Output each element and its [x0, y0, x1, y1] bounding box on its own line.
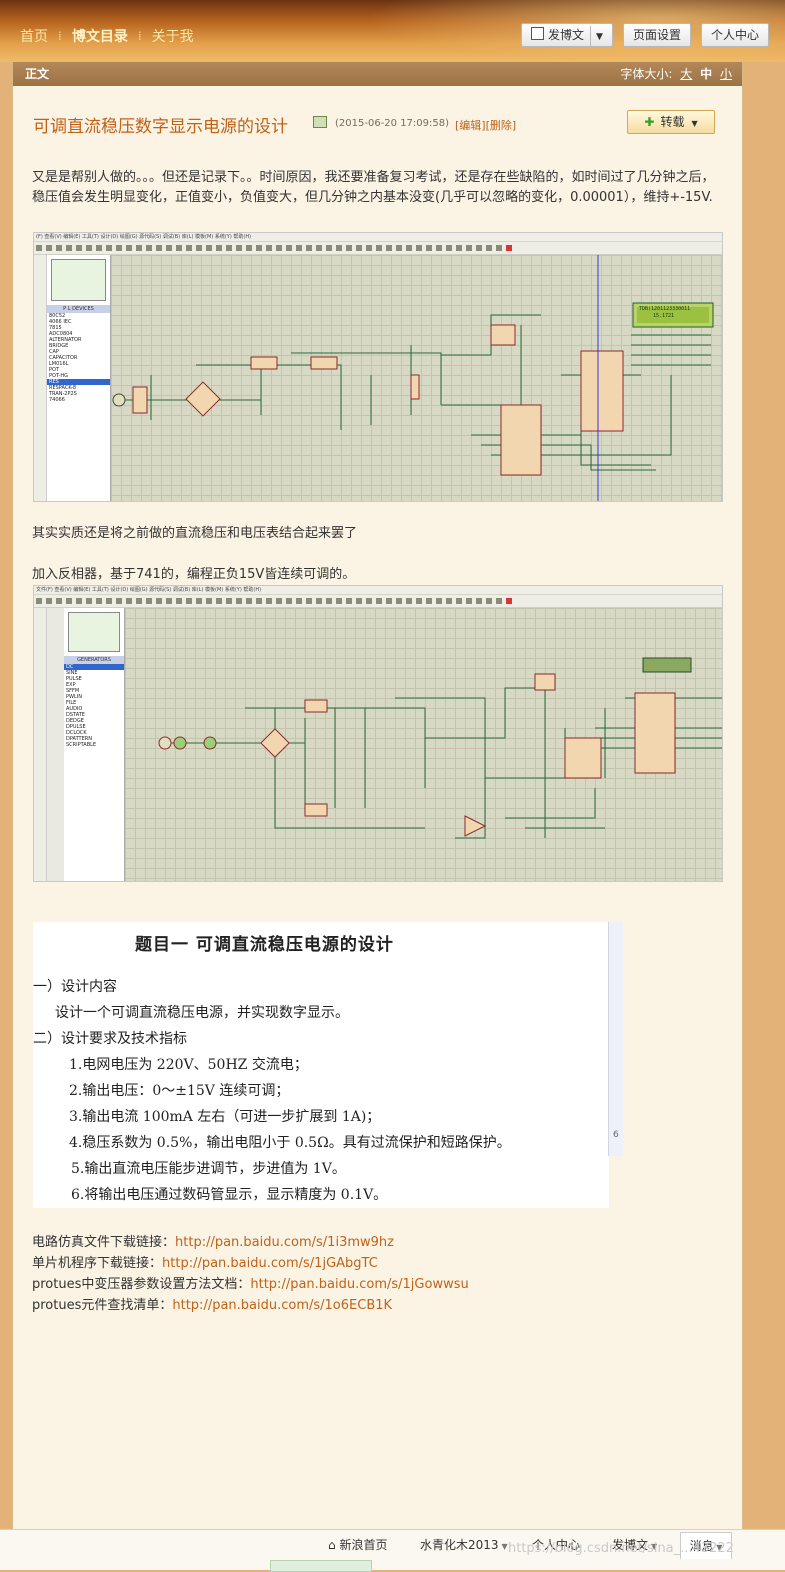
- list-item[interactable]: 74066: [47, 397, 110, 403]
- article-date: (2015-06-20 17:09:58): [335, 118, 450, 129]
- blog-header: 首页 ⁞ 博文目录 ⁞ 关于我 发博文 ▼ 页面设置 个人中心: [0, 0, 785, 62]
- task-item: 2.输出电压：0～±15V 连续可调；: [69, 1083, 290, 1099]
- nav-separator: ⁞: [137, 29, 142, 43]
- link-row: protues中变压器参数设置方法文档：http://pan.baidu.com…: [32, 1277, 469, 1292]
- article-panel: 正文 字体大小: 大 中 小 可调直流稳压数字显示电源的设计 (2015-06-…: [12, 62, 743, 1529]
- chevron-down-icon: ▼: [691, 119, 698, 128]
- minimized-tab[interactable]: [270, 1560, 372, 1572]
- task-item: 4.稳压系数为 0.5%，输出电阻小于 0.5Ω。具有过流保护和短路保护。: [69, 1135, 511, 1151]
- font-size-large[interactable]: 大: [680, 67, 692, 81]
- plus-icon: ✚: [644, 115, 655, 129]
- font-size-label: 字体大小:: [620, 67, 673, 81]
- user-menu[interactable]: 水青化木2013 ▼: [420, 1536, 508, 1553]
- generator-list-header: GENERATORS: [64, 656, 124, 664]
- font-size-small[interactable]: 小: [720, 67, 732, 81]
- link-row: protues元件查找清单：http://pan.baidu.com/s/1o6…: [32, 1298, 393, 1313]
- proteus-menu-bar: (F) 查看(V) 编辑(E) 工具(T) 设计(D) 绘图(G) 源代码(S)…: [34, 233, 722, 242]
- proteus-toolbar: [34, 242, 722, 255]
- device-list-header: P L DEVICES: [47, 305, 110, 313]
- download-link[interactable]: http://pan.baidu.com/s/1i3mw9hz: [175, 1235, 394, 1250]
- preview-window: [68, 612, 120, 652]
- download-links: 电路仿真文件下载链接：http://pan.baidu.com/s/1i3mw9…: [32, 1232, 469, 1316]
- proteus-left-tools: [34, 255, 47, 501]
- post-blog-button[interactable]: 发博文 ▼: [521, 23, 613, 48]
- article-title: 可调直流稳压数字显示电源的设计: [33, 117, 288, 137]
- generator-list-panel: GENERATORS DC SINE PULSE EXP SFFM PWLIN FILE AU…: [64, 608, 125, 881]
- sina-home-link[interactable]: ⌂ 新浪首页: [328, 1536, 387, 1553]
- document-scrollbar: 6: [608, 922, 623, 1156]
- task-document-image: 6 题目一 可调直流稳压电源的设计 一）设计内容 设计一个可调直流稳压电源，并实…: [33, 922, 623, 1208]
- task-section-2: 二）设计要求及技术指标: [33, 1031, 187, 1047]
- task-title: 题目一 可调直流稳压电源的设计: [135, 935, 394, 955]
- link-row: 单片机程序下载链接：http://pan.baidu.com/s/1jGAbgT…: [32, 1256, 378, 1271]
- panel-title-bar: 正文 字体大小: 大 中 小: [13, 62, 742, 86]
- article-paragraph-2: 其实实质还是将之前做的直流稳压和电压表结合起来罢了: [32, 526, 358, 541]
- device-list-panel: P L DEVICES 80C52 4066 IEC 7815 ADC0804 ALTE…: [47, 255, 111, 501]
- chevron-down-icon: ▼: [501, 1542, 508, 1551]
- page-settings-button[interactable]: 页面设置: [622, 23, 691, 47]
- device-list: 80C52 4066 IEC 7815 ADC0804 ALTERNATOR BRIDGE…: [47, 313, 110, 403]
- schematic-canvas: TDB(1201123330011 15.1721: [111, 255, 722, 501]
- edit-icon: [531, 27, 545, 40]
- task-item: 1.电网电压为 220V、50HZ 交流电；: [69, 1057, 308, 1073]
- task-section-1: 一）设计内容: [33, 979, 117, 995]
- download-link[interactable]: http://pan.baidu.com/s/1jGAbgTC: [162, 1256, 378, 1271]
- personal-center-button[interactable]: 个人中心: [700, 23, 769, 47]
- proteus-menu-bar: 文件(F) 查看(V) 编辑(E) 工具(T) 设计(D) 绘图(G) 源代码(…: [34, 586, 722, 595]
- article-actions: [编辑][删除]: [455, 117, 516, 133]
- generator-list: DC SINE PULSE EXP SFFM PWLIN FILE AUDIO DSTATE DE…: [64, 664, 124, 748]
- download-link[interactable]: http://pan.baidu.com/s/1jGowwsu: [250, 1277, 468, 1292]
- lcd-display: TDB(1201123330011 15.1721: [639, 306, 691, 319]
- image-icon: [313, 116, 327, 128]
- nav-separator: ⁞: [58, 29, 62, 43]
- article-paragraph-3: 加入反相器，基于741的，编程正负15V皆连续可调的。: [32, 567, 356, 582]
- schematic-canvas: [125, 608, 722, 881]
- nav-home[interactable]: 首页: [20, 26, 48, 46]
- watermark: https://blog.csdn.net/sina_...43222: [508, 1541, 734, 1556]
- top-nav: 首页 ⁞ 博文目录 ⁞ 关于我: [20, 26, 194, 46]
- list-item[interactable]: SCRIPTABLE: [64, 742, 124, 748]
- nav-about[interactable]: 关于我: [152, 26, 194, 46]
- header-buttons: 发博文 ▼ 页面设置 个人中心: [521, 23, 769, 48]
- font-size-medium[interactable]: 中: [700, 67, 712, 81]
- proteus-toolbar: [34, 595, 722, 608]
- task-section-1-text: 设计一个可调直流稳压电源，并实现数字显示。: [55, 1005, 349, 1021]
- edit-link[interactable]: [编辑]: [455, 119, 486, 132]
- task-item: 3.输出电流 100mA 左右（可进一步扩展到 1A)；: [69, 1109, 381, 1125]
- download-link[interactable]: http://pan.baidu.com/s/1o6ECB1K: [172, 1298, 392, 1313]
- font-size-switcher: 字体大小: 大 中 小: [620, 62, 732, 86]
- task-item: 6.将输出电压通过数码管显示，显示精度为 0.1V。: [71, 1187, 388, 1203]
- schematic-screenshot-1: (F) 查看(V) 编辑(E) 工具(T) 设计(D) 绘图(G) 源代码(S)…: [33, 232, 723, 502]
- proteus-left-tools: [34, 608, 47, 881]
- article-paragraph-1: 又是是帮别人做的。。。但还是记录下。。时间原因，我还要准备复习考试，还是存在些缺…: [32, 170, 715, 205]
- delete-link[interactable]: [删除]: [486, 119, 517, 132]
- link-row: 电路仿真文件下载链接：http://pan.baidu.com/s/1i3mw9…: [32, 1235, 394, 1250]
- home-icon: ⌂: [328, 1538, 340, 1552]
- preview-window: [51, 259, 106, 301]
- repost-button[interactable]: ✚ 转载 ▼: [627, 110, 715, 134]
- bottom-toolbar: ⌂ 新浪首页 水青化木2013 ▼ 个人中心 发博文 ▼ 消息 ▼ https://…: [0, 1529, 785, 1572]
- nav-catalog[interactable]: 博文目录: [72, 26, 128, 46]
- chevron-down-icon[interactable]: ▼: [590, 26, 603, 48]
- schematic-screenshot-2: 文件(F) 查看(V) 编辑(E) 工具(T) 设计(D) 绘图(G) 源代码(…: [33, 585, 723, 882]
- task-item: 5.输出直流电压能步进调节，步进值为 1V。: [71, 1161, 346, 1177]
- panel-title: 正文: [25, 67, 50, 81]
